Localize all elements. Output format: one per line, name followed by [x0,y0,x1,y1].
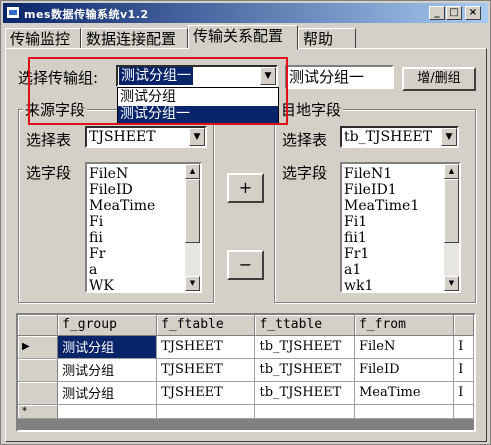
scroll-thumb[interactable] [444,179,459,243]
maximize-button[interactable]: □ [446,6,462,20]
source-list-scrollbar[interactable]: ▲ ▼ [185,164,200,291]
scroll-up-icon[interactable]: ▲ [444,164,459,179]
group-select-label: 选择传输组: [18,69,99,87]
remove-mapping-button[interactable]: − [227,250,264,280]
chevron-down-icon[interactable]: ▼ [260,67,276,85]
table-cell[interactable]: tb_TJSHEET [254,335,355,359]
table-cell[interactable]: I [453,358,474,382]
table-cell[interactable]: TJSHEET [156,358,256,382]
add-remove-group-button[interactable]: 增/删组 [402,67,476,91]
close-button[interactable]: × [465,6,481,20]
column-header[interactable]: f_from [354,315,455,336]
source-fields-list[interactable]: FileN FileID MeaTime Fi fii Fr a WK ▲ ▼ [85,162,202,293]
table-cell[interactable]: tb_TJSHEET [254,358,355,382]
table-cell[interactable]: tb_TJSHEET [254,381,355,405]
chevron-down-icon[interactable]: ▼ [189,128,205,146]
table-cell[interactable]: 测试分组 [57,381,158,405]
table-cell[interactable] [453,404,474,419]
list-item[interactable]: MeaTime [89,198,155,214]
add-mapping-button[interactable]: + [227,173,264,203]
title-bar: mes数据传输系统v1.2 _ □ × [3,3,488,23]
target-table-value: tb_TJSHEET [344,129,433,145]
table-cell[interactable] [354,404,455,419]
group-option-selected[interactable]: 测试分组一 [118,106,278,123]
table-row[interactable]: 测试分组 TJSHEET tb_TJSHEET MeaTime I [18,381,474,405]
list-item[interactable]: Fi [89,214,103,230]
tab-connection-config[interactable]: 数据连接配置 [81,28,188,49]
list-item[interactable]: WK [89,278,114,291]
list-item[interactable]: FileID1 [344,182,397,198]
app-icon [6,6,20,19]
mapping-table: f_group f_ftable f_ttable f_from ▶ 测试分组 … [18,315,474,419]
group-option[interactable]: 测试分组 [118,89,278,106]
target-fields-label: 选字段 [282,164,328,182]
table-cell[interactable]: 测试分组 [57,335,158,359]
list-item[interactable]: FileN [89,166,128,182]
tab-bar: 传输监控 数据连接配置 传输关系配置 帮助 [5,25,488,50]
table-row-new[interactable]: * [18,404,474,419]
target-table-dropdown[interactable]: tb_TJSHEET ▼ [340,126,459,148]
tab-monitor[interactable]: 传输监控 [5,28,81,49]
table-cell[interactable]: MeaTime [354,381,455,405]
scroll-down-icon[interactable]: ▼ [444,276,459,291]
grid-header-row: f_group f_ftable f_ttable f_from [18,315,474,336]
row-header-corner [18,315,59,336]
column-header[interactable]: f_ftable [156,315,256,336]
list-item[interactable]: Fi1 [344,214,367,230]
target-list-scrollbar[interactable]: ▲ ▼ [444,164,459,291]
group-select-value: 测试分组一 [119,67,193,85]
column-header[interactable] [453,315,474,336]
table-row[interactable]: ▶ 测试分组 TJSHEET tb_TJSHEET FileN I [18,335,474,359]
tab-help[interactable]: 帮助 [298,28,356,49]
row-header[interactable] [18,381,59,405]
target-table-label: 选择表 [282,131,328,149]
table-cell[interactable]: FileN [354,335,455,359]
column-header[interactable]: f_group [57,315,158,336]
group-select-dropdown[interactable]: 测试分组一 ▼ [116,65,278,87]
source-table-value: TJSHEET [89,129,156,145]
list-item[interactable]: Fr [89,246,105,262]
new-row-marker-icon[interactable]: * [18,404,59,419]
list-item[interactable]: FileID [89,182,133,198]
source-table-dropdown[interactable]: TJSHEET ▼ [85,126,207,148]
target-fields-list[interactable]: FileN1 FileID1 MeaTime1 Fi1 fii1 Fr1 a1 … [340,162,461,293]
list-item[interactable]: Fr1 [344,246,369,262]
scroll-thumb[interactable] [185,179,200,243]
source-fields-title: 来源字段 [23,99,88,120]
chevron-down-icon[interactable]: ▼ [441,128,457,146]
table-cell[interactable]: I [453,335,474,359]
scroll-down-icon[interactable]: ▼ [185,276,200,291]
table-cell[interactable] [156,404,256,419]
table-cell[interactable]: I [453,381,474,405]
column-header[interactable]: f_ttable [254,315,355,336]
group-name-input[interactable]: 测试分组一 [285,65,394,89]
table-row[interactable]: 测试分组 TJSHEET tb_TJSHEET FileID I [18,358,474,382]
table-cell[interactable] [57,404,158,419]
current-row-indicator-icon[interactable]: ▶ [18,335,59,359]
table-cell[interactable]: TJSHEET [156,381,256,405]
table-cell[interactable]: TJSHEET [156,335,256,359]
mapping-grid[interactable]: f_group f_ftable f_ttable f_from ▶ 测试分组 … [16,313,476,432]
window-title: mes数据传输系统v1.2 [24,8,149,21]
group-dropdown-list[interactable]: 测试分组 测试分组一 [117,87,279,123]
table-cell[interactable]: 测试分组 [57,358,158,382]
source-table-label: 选择表 [26,131,72,149]
tab-transfer-relation-config[interactable]: 传输关系配置 [188,25,298,50]
row-header[interactable] [18,358,59,382]
list-item[interactable]: wk1 [344,278,373,291]
table-cell[interactable]: FileID [354,358,455,382]
scroll-up-icon[interactable]: ▲ [185,164,200,179]
source-fields-label: 选字段 [26,164,72,182]
list-item[interactable]: fii1 [344,230,367,246]
list-item[interactable]: MeaTime1 [344,198,419,214]
list-item[interactable]: FileN1 [344,166,392,182]
table-cell[interactable] [254,404,355,419]
list-item[interactable]: fii [89,230,103,246]
target-fields-title: 目地字段 [279,99,344,120]
minimize-button[interactable]: _ [429,6,445,20]
list-item[interactable]: a1 [344,262,361,278]
app-window: mes数据传输系统v1.2 _ □ × 传输监控 数据连接配置 传输关系配置 帮… [0,0,491,445]
list-item[interactable]: a [89,262,97,278]
